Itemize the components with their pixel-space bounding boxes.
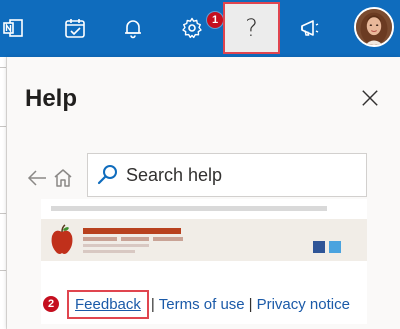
top-toolbar: 1 ?	[0, 0, 400, 57]
megaphone-icon[interactable]	[296, 14, 324, 42]
home-icon[interactable]	[52, 167, 74, 189]
close-button[interactable]	[359, 87, 381, 109]
step-badge-2: 2	[43, 296, 59, 312]
onenote-icon[interactable]	[0, 14, 28, 42]
search-icon	[97, 165, 117, 185]
help-button[interactable]: ?	[223, 2, 280, 54]
list-divider	[0, 126, 6, 127]
bell-icon[interactable]	[119, 14, 147, 42]
apple-icon	[51, 224, 73, 254]
step-badge-1: 1	[207, 12, 223, 28]
privacy-notice-link[interactable]: Privacy notice	[257, 296, 350, 313]
terms-of-use-link[interactable]: Terms of use	[159, 296, 245, 313]
illustration-line	[83, 244, 149, 247]
help-panel: Help Search help 2 Feedback | Terms of u…	[7, 57, 400, 329]
list-divider	[0, 67, 6, 68]
back-arrow-icon[interactable]	[27, 168, 47, 188]
illustration-headline	[83, 228, 181, 234]
panel-title: Help	[25, 85, 78, 112]
illustration-square	[313, 241, 325, 253]
illustration-banner	[41, 219, 367, 261]
close-icon	[362, 90, 378, 106]
illustration-line	[83, 237, 117, 241]
help-footer: 2 Feedback | Terms of use | Privacy noti…	[43, 289, 350, 319]
illustration-line	[153, 237, 183, 241]
gear-icon[interactable]	[178, 14, 206, 42]
footer-separator: |	[248, 295, 253, 313]
illustration-bar	[51, 206, 327, 211]
list-divider	[0, 213, 6, 214]
feedback-link[interactable]: Feedback	[67, 289, 149, 319]
illustration-square	[329, 241, 341, 253]
background-list-edge	[0, 57, 7, 329]
search-box[interactable]	[87, 153, 367, 197]
list-divider	[0, 270, 6, 271]
search-input[interactable]	[122, 154, 364, 196]
illustration-line	[121, 237, 149, 241]
calendar-check-icon[interactable]	[61, 14, 89, 42]
user-avatar[interactable]	[354, 7, 394, 47]
footer-separator: |	[150, 295, 155, 313]
illustration-line	[83, 250, 135, 253]
